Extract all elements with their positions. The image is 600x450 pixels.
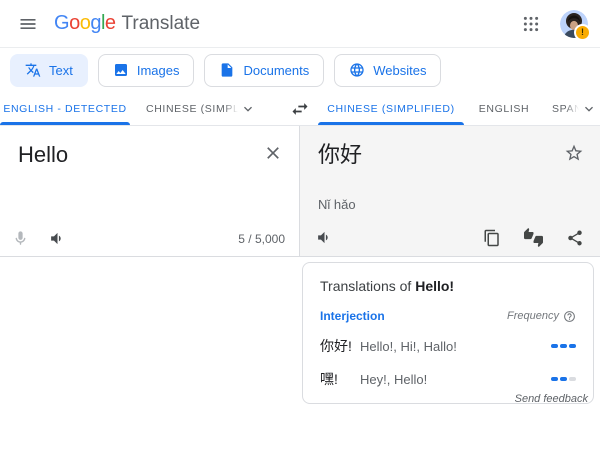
swap-languages-icon bbox=[290, 99, 312, 119]
target-lang-tab-chinese[interactable]: CHINESE (SIMPLIFIED) bbox=[318, 92, 464, 125]
speaker-icon bbox=[49, 230, 66, 247]
mode-chip-bar: Text Images Documents Websites bbox=[0, 48, 600, 92]
clear-source-button[interactable] bbox=[261, 141, 285, 165]
google-translate-logo[interactable]: Google Translate bbox=[54, 12, 200, 35]
chevron-down-icon bbox=[581, 101, 597, 117]
save-translation-button[interactable] bbox=[562, 141, 586, 165]
source-lang-secondary-label: CHINESE (SIMPLIFIED) bbox=[146, 102, 238, 116]
help-icon[interactable] bbox=[563, 310, 576, 323]
tab-text-label: Text bbox=[49, 63, 73, 78]
app-header: Google Translate bbox=[0, 0, 600, 48]
menu-icon bbox=[18, 14, 38, 34]
target-lang-spanish-label: SPANISH bbox=[552, 102, 579, 116]
mic-icon bbox=[12, 230, 29, 247]
google-translate-app: Google Translate bbox=[0, 0, 600, 450]
translations-card-title: Translations of Hello! bbox=[320, 278, 576, 294]
translation-term[interactable]: 你好! bbox=[320, 336, 360, 356]
source-text[interactable]: Hello bbox=[18, 141, 68, 169]
close-icon bbox=[263, 143, 283, 163]
target-lang-english-label: ENGLISH bbox=[479, 103, 530, 115]
translation-row[interactable]: 你好! Hello!, Hi!, Hallo! bbox=[320, 336, 576, 356]
tab-text[interactable]: Text bbox=[10, 54, 88, 87]
send-feedback-link[interactable]: Send feedback bbox=[515, 393, 588, 405]
account-alert-badge: ! bbox=[574, 24, 591, 41]
translation-row[interactable]: 嘿! Hey!, Hello! bbox=[320, 369, 576, 389]
translations-card: Translations of Hello! Interjection Freq… bbox=[302, 262, 594, 404]
copy-icon bbox=[483, 229, 501, 247]
frequency-bars bbox=[551, 344, 576, 348]
listen-source-button[interactable] bbox=[47, 228, 68, 249]
apps-grid-icon bbox=[522, 15, 540, 33]
translation-glosses: Hello!, Hi!, Hallo! bbox=[360, 339, 551, 354]
translate-panels: Hello 5 / 5,000 bbox=[0, 126, 600, 257]
product-name: Translate bbox=[122, 13, 201, 35]
tab-documents-label: Documents bbox=[243, 63, 309, 78]
tab-documents[interactable]: Documents bbox=[204, 54, 324, 87]
frequency-bars bbox=[551, 377, 576, 381]
translation-glosses: Hey!, Hello! bbox=[360, 372, 551, 387]
tab-websites-label: Websites bbox=[373, 63, 426, 78]
target-lang-tab-spanish[interactable]: SPANISH bbox=[544, 92, 600, 125]
swap-languages-button[interactable] bbox=[288, 96, 314, 122]
target-text-panel: 你好 Nǐ hǎo bbox=[300, 126, 600, 256]
image-icon bbox=[113, 62, 129, 78]
avatar[interactable]: ! bbox=[560, 10, 588, 38]
rate-translation-icon bbox=[524, 228, 543, 247]
document-icon bbox=[219, 62, 235, 78]
chevron-down-icon bbox=[240, 101, 256, 117]
source-lang-tab-english-detected[interactable]: ENGLISH - DETECTED bbox=[0, 92, 130, 125]
google-logo-text: Google bbox=[54, 12, 116, 35]
menu-button[interactable] bbox=[12, 8, 44, 40]
globe-icon bbox=[349, 62, 365, 78]
transliteration: Nǐ hǎo bbox=[318, 197, 356, 212]
speaker-icon bbox=[316, 229, 333, 246]
target-lang-active-label: CHINESE (SIMPLIFIED) bbox=[327, 103, 455, 115]
rate-translation-button[interactable] bbox=[522, 226, 545, 249]
language-bar: ENGLISH - DETECTED CHINESE (SIMPLIFIED) … bbox=[0, 92, 600, 126]
copy-translation-button[interactable] bbox=[481, 227, 503, 249]
target-lang-tab-english[interactable]: ENGLISH bbox=[464, 92, 544, 125]
translation-term[interactable]: 嘿! bbox=[320, 369, 360, 389]
apps-grid-button[interactable] bbox=[516, 9, 546, 39]
source-text-panel[interactable]: Hello 5 / 5,000 bbox=[0, 126, 300, 256]
tab-websites[interactable]: Websites bbox=[334, 54, 441, 87]
translated-text[interactable]: 你好 bbox=[318, 141, 362, 169]
share-translation-button[interactable] bbox=[564, 227, 586, 249]
mic-button[interactable] bbox=[10, 228, 31, 249]
tab-images-label: Images bbox=[137, 63, 180, 78]
tab-images[interactable]: Images bbox=[98, 54, 195, 87]
translate-text-icon bbox=[25, 62, 41, 78]
source-lang-tab-chinese[interactable]: CHINESE (SIMPLIFIED) bbox=[130, 92, 262, 125]
char-count: 5 / 5,000 bbox=[238, 232, 285, 246]
source-lang-active-label: ENGLISH - DETECTED bbox=[3, 103, 126, 115]
part-of-speech-label: Interjection bbox=[320, 309, 385, 323]
star-icon bbox=[564, 143, 584, 163]
listen-translation-button[interactable] bbox=[314, 227, 335, 248]
share-icon bbox=[566, 229, 584, 247]
frequency-header: Frequency bbox=[507, 310, 576, 323]
